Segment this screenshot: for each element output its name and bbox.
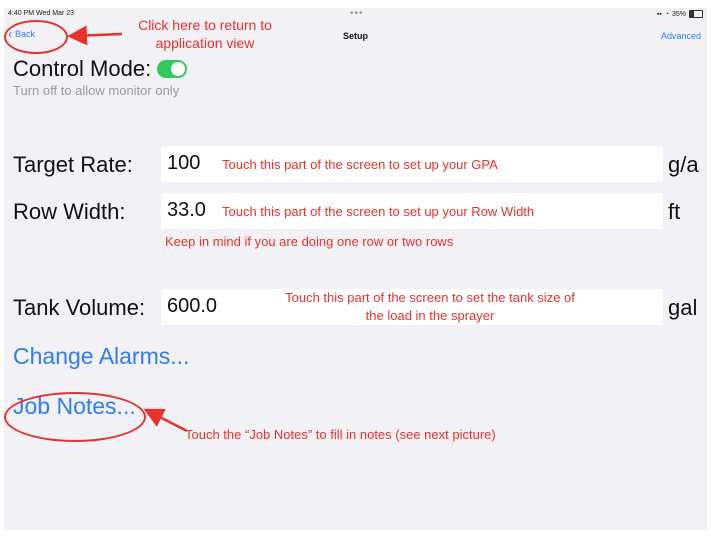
back-arrow — [67, 25, 123, 46]
job-notes-arrow — [143, 408, 188, 433]
annotation-arrows — [67, 25, 188, 433]
